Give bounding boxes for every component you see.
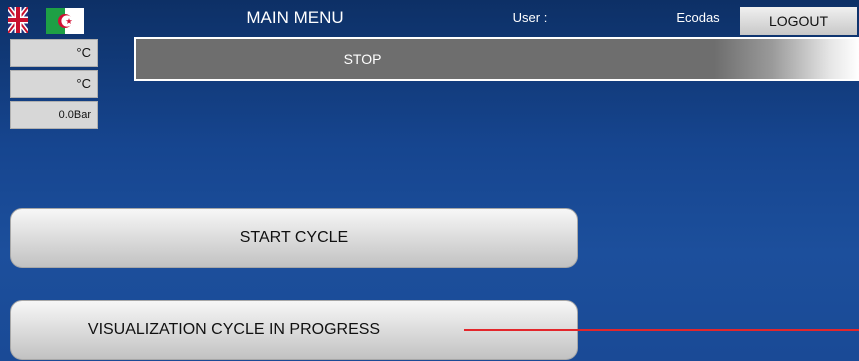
pressure-readout: 0.0Bar [10,101,98,129]
logout-button[interactable]: LOGOUT [740,7,857,35]
temperature-readout-1: °C [10,39,98,67]
temperature-readout-2: °C [10,70,98,98]
status-bar: STOP [134,37,859,81]
progress-indicator-line [464,329,859,331]
start-cycle-button[interactable]: START CYCLE [10,208,578,268]
page-title: MAIN MENU [246,8,344,27]
algeria-flag-icon[interactable] [46,8,84,34]
user-label: User : [512,10,548,25]
user-name: Ecodas [676,10,720,25]
uk-flag-icon[interactable] [8,7,28,33]
